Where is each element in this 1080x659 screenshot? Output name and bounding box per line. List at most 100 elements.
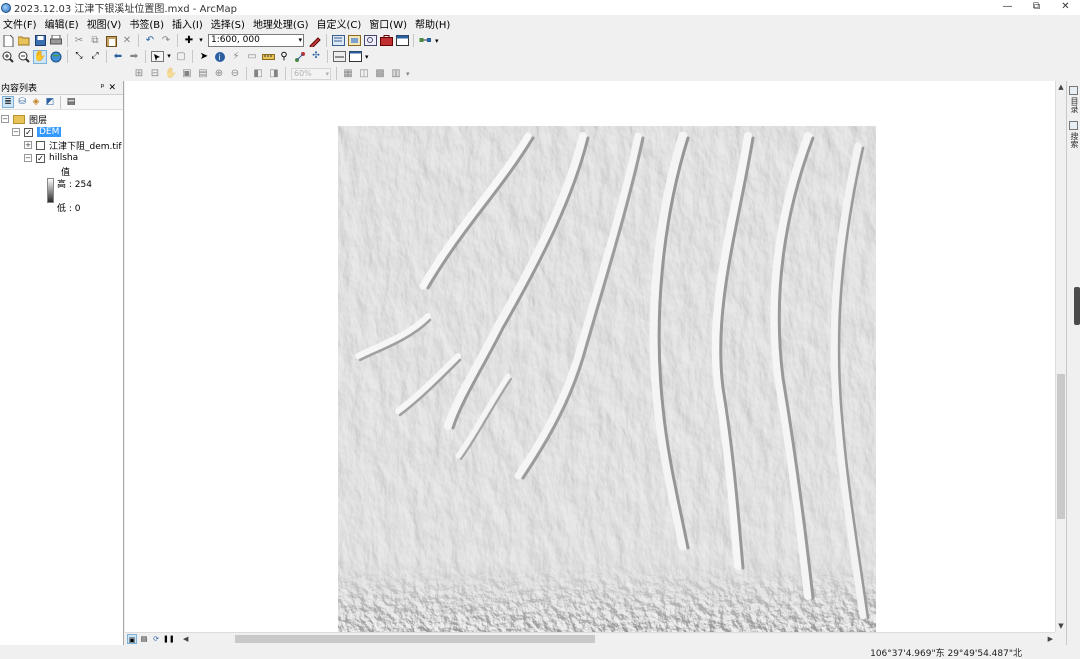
- menu-selection[interactable]: 选择(S): [208, 16, 250, 31]
- toc-options-icon[interactable]: ▤: [65, 96, 77, 108]
- scroll-left-arrow-icon[interactable]: ◀: [183, 634, 188, 644]
- layer-row-hillsha[interactable]: − ✓ hillsha: [24, 152, 78, 164]
- back-arrow-icon[interactable]: ⬅: [111, 50, 125, 64]
- viewer-window-icon[interactable]: [348, 50, 362, 64]
- scroll-up-arrow-icon[interactable]: ▲: [1056, 82, 1066, 92]
- layer-label-dem[interactable]: DEM: [37, 127, 62, 137]
- collapse-icon[interactable]: −: [1, 115, 9, 123]
- fixed-zoom-out-icon[interactable]: ⤢: [88, 50, 102, 64]
- layer-visibility-checkbox[interactable]: [36, 140, 45, 150]
- search-window-icon[interactable]: [363, 34, 377, 48]
- collapse-icon[interactable]: −: [24, 154, 32, 162]
- fixed-zoom-in-page-icon[interactable]: ⊕: [212, 67, 226, 81]
- menu-edit[interactable]: 编辑(E): [42, 16, 84, 31]
- catalog-icon[interactable]: [347, 34, 361, 48]
- catalog-dock-tab[interactable]: 目录: [1068, 97, 1080, 113]
- save-icon[interactable]: [33, 34, 47, 48]
- layer-visibility-checkbox[interactable]: ✓: [36, 153, 45, 163]
- undo-icon[interactable]: ↶: [143, 34, 157, 48]
- new-document-icon[interactable]: [1, 34, 15, 48]
- hyperlink-icon[interactable]: ⚡: [229, 50, 243, 64]
- find-route-icon[interactable]: [293, 50, 307, 64]
- menu-geoprocessing[interactable]: 地理处理(G): [250, 16, 314, 31]
- layer-visibility-checkbox[interactable]: ✓: [24, 127, 33, 137]
- focus-data-frame-icon[interactable]: ◫: [357, 67, 371, 81]
- model-builder-icon[interactable]: [418, 34, 432, 48]
- arctoolbox-icon[interactable]: [379, 34, 393, 48]
- select-features-icon[interactable]: [150, 50, 164, 64]
- redo-icon[interactable]: ↷: [159, 34, 173, 48]
- time-slider-icon[interactable]: [332, 50, 346, 64]
- forward-arrow-icon[interactable]: ➡: [127, 50, 141, 64]
- toolbar-options-icon[interactable]: ▾: [365, 53, 371, 61]
- go-back-extent-icon[interactable]: ◧: [251, 67, 265, 81]
- delete-icon[interactable]: ✕: [120, 34, 134, 48]
- zoom-out-icon[interactable]: [17, 50, 31, 64]
- identify-icon[interactable]: i: [213, 50, 227, 64]
- go-forward-extent-icon[interactable]: ◨: [267, 67, 281, 81]
- list-by-drawing-order-icon[interactable]: ≣: [2, 96, 14, 108]
- zoom-in-icon[interactable]: [1, 50, 15, 64]
- zoom-whole-page-icon[interactable]: ▣: [180, 67, 194, 81]
- toc-close-icon[interactable]: ✕: [108, 83, 120, 93]
- map-view[interactable]: [125, 81, 1055, 632]
- layout-zoom-out-icon[interactable]: ⊟: [148, 67, 162, 81]
- layer-row-jiangjin-dem[interactable]: + 江津下阻_dem.tif: [24, 139, 122, 152]
- toggle-draft-mode-icon[interactable]: ▦: [341, 67, 355, 81]
- restore-button[interactable]: ⧉: [1022, 0, 1051, 15]
- add-data-dropdown-icon[interactable]: ▾: [198, 34, 204, 48]
- layout-pan-icon[interactable]: ✋: [164, 67, 178, 81]
- menu-customize[interactable]: 自定义(C): [314, 16, 367, 31]
- select-elements-arrow-icon[interactable]: ➤: [197, 50, 211, 64]
- cut-icon[interactable]: ✂: [72, 34, 86, 48]
- layer-row-dem[interactable]: − ✓ DEM: [12, 126, 62, 138]
- search-dock-icon[interactable]: [1069, 121, 1078, 130]
- refresh-view-icon[interactable]: ⟳: [151, 634, 161, 644]
- root-layer-row[interactable]: − 图层: [1, 113, 47, 126]
- menu-windows[interactable]: 窗口(W): [366, 16, 412, 31]
- list-by-source-icon[interactable]: ⛁: [16, 96, 28, 108]
- html-popup-icon[interactable]: ▭: [245, 50, 259, 64]
- menu-help[interactable]: 帮助(H): [412, 16, 455, 31]
- layer-label-hillsha[interactable]: hillsha: [49, 153, 78, 163]
- layout-view-icon[interactable]: ▤: [139, 634, 149, 644]
- layout-zoom-in-icon[interactable]: ⊞: [132, 67, 146, 81]
- toolbar-options-icon[interactable]: ▾: [435, 37, 441, 45]
- find-binoculars-icon[interactable]: ⚲: [277, 50, 291, 64]
- list-by-visibility-icon[interactable]: ◈: [30, 96, 42, 108]
- print-icon[interactable]: [49, 34, 63, 48]
- map-vertical-scrollbar[interactable]: ▲ ▼: [1055, 81, 1066, 632]
- dock-edge-handle[interactable]: [1074, 287, 1080, 325]
- table-of-contents-icon[interactable]: [331, 34, 345, 48]
- editor-toolbar-icon[interactable]: [308, 34, 322, 48]
- close-button[interactable]: ✕: [1051, 0, 1080, 15]
- data-view-icon[interactable]: ▣: [127, 634, 137, 644]
- vertical-scroll-thumb[interactable]: [1057, 374, 1065, 519]
- minimize-button[interactable]: —: [993, 0, 1022, 15]
- layer-label-jiangjin-dem[interactable]: 江津下阻_dem.tif: [49, 139, 122, 152]
- select-dropdown-icon[interactable]: ▾: [166, 50, 172, 64]
- clear-selection-icon[interactable]: ▢: [174, 50, 188, 64]
- map-horizontal-scrollbar[interactable]: ◀ ▶: [183, 634, 1055, 644]
- add-data-icon[interactable]: ✚: [182, 34, 196, 48]
- open-folder-icon[interactable]: [17, 34, 31, 48]
- map-scale-select[interactable]: 1:600, 000 ▾: [208, 34, 304, 47]
- copy-icon[interactable]: ⧉: [88, 34, 102, 48]
- toolbar-options-icon[interactable]: ▾: [406, 70, 412, 78]
- collapse-icon[interactable]: −: [12, 128, 20, 136]
- zoom-100-percent-icon[interactable]: ▤: [196, 67, 210, 81]
- layout-zoom-select[interactable]: 60% ▾: [291, 67, 331, 80]
- measure-icon[interactable]: [261, 50, 275, 64]
- search-dock-tab[interactable]: 搜索: [1068, 132, 1080, 148]
- fixed-zoom-out-page-icon[interactable]: ⊖: [228, 67, 242, 81]
- menu-insert[interactable]: 插入(I): [169, 16, 208, 31]
- scroll-down-arrow-icon[interactable]: ▼: [1056, 621, 1066, 631]
- fixed-zoom-in-icon[interactable]: ⤡: [72, 50, 86, 64]
- data-driven-pages-icon[interactable]: ▥: [389, 67, 403, 81]
- menu-file[interactable]: 文件(F): [0, 16, 42, 31]
- list-by-selection-icon[interactable]: ◩: [44, 96, 56, 108]
- change-layout-icon[interactable]: ▩: [373, 67, 387, 81]
- paste-icon[interactable]: [104, 34, 118, 48]
- menu-bookmarks[interactable]: 书签(B): [126, 16, 169, 31]
- expand-icon[interactable]: +: [24, 141, 32, 149]
